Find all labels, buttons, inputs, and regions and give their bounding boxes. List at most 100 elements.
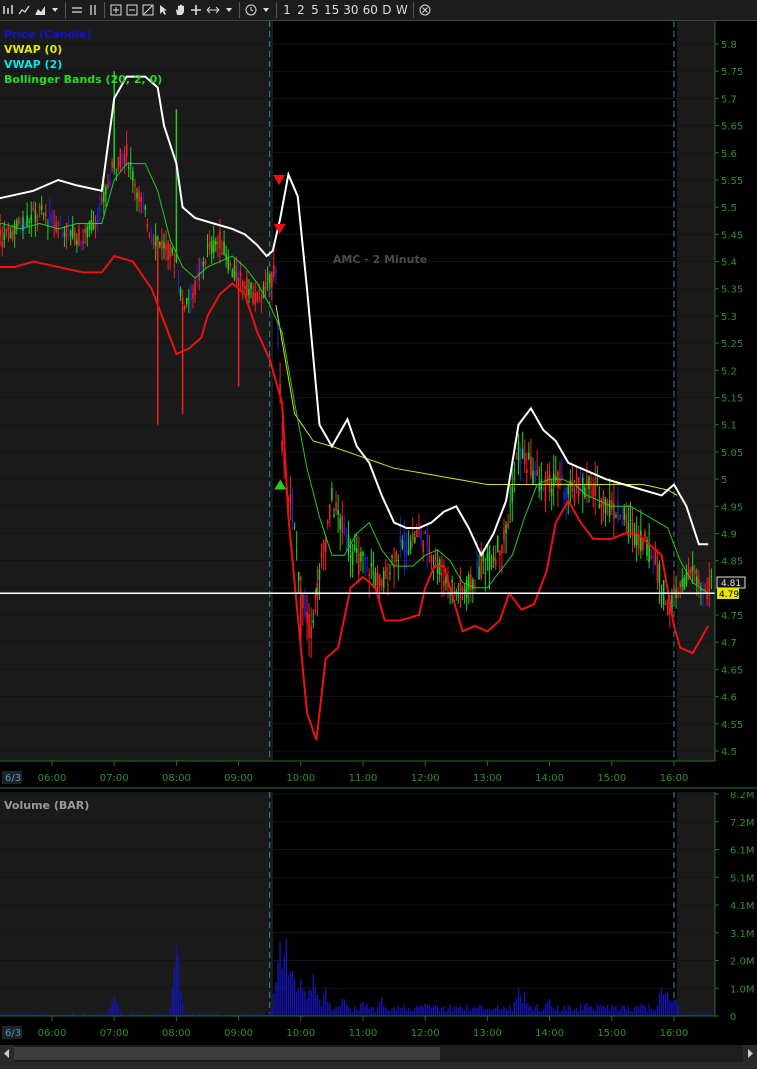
candle-body: [275, 269, 277, 274]
volume-bar: [302, 989, 304, 1016]
volume-bar: [544, 1004, 547, 1016]
volume-x-axis[interactable]: 06:00 07:00 08:00 09:00 10:00 11:00 12:00 13:00…: [38, 1016, 689, 1039]
price-y-axis[interactable]: 5.8 5.75 5.7 5.65 5.6 5.55 5.5 5.45 5.4 5.35 5.3 5.…: [715, 40, 743, 758]
vol-premarket-shade: [0, 792, 273, 1016]
draw-tool-icon[interactable]: [140, 1, 156, 19]
candle-body: [501, 545, 503, 554]
volume-bar: [455, 1006, 457, 1016]
legend-vwap-2[interactable]: VWAP (2): [4, 58, 62, 71]
hand-pan-icon[interactable]: [172, 1, 188, 19]
zoom-out-icon[interactable]: [124, 1, 140, 19]
postmarket-shade: [677, 21, 715, 761]
candle-body: [708, 576, 711, 595]
volume-bar: [646, 1011, 648, 1016]
volume-bar: [656, 1004, 659, 1016]
volume-bar: [356, 1009, 358, 1016]
vertical-layout-icon[interactable]: [85, 1, 101, 19]
clock-icon[interactable]: [243, 1, 259, 19]
candle-body: [380, 580, 383, 586]
price-chart[interactable]: AMC - 2 Minute Price (Candle) VWAP (0) V…: [0, 21, 757, 789]
volume-bar: [559, 1011, 561, 1016]
measure-icon[interactable]: [204, 1, 222, 19]
candle-body: [337, 509, 339, 515]
timeframe-2[interactable]: 2: [294, 1, 308, 19]
candle-body: [123, 154, 126, 164]
candle-body: [63, 232, 66, 237]
candle-body: [210, 240, 213, 254]
price-y-tick-label: 4.6: [721, 693, 737, 704]
legend-price[interactable]: Price (Candle): [4, 28, 92, 41]
volume-bar: [422, 1006, 424, 1016]
candle-body: [152, 242, 155, 244]
volume-chart-panel[interactable]: Volume (BAR) 8.2M 7.2M 6.1M 5.1M 4.1M 3.1M 2.0…: [0, 790, 757, 1044]
candle-body: [455, 591, 458, 593]
mountain-chart-icon[interactable]: [32, 1, 48, 19]
volume-bar: [592, 1009, 594, 1016]
volume-bar: [111, 1002, 113, 1016]
horizontal-layout-icon[interactable]: [69, 1, 85, 19]
candle-body: [710, 575, 713, 577]
legend-bollinger[interactable]: Bollinger Bands (20, 2, 0): [4, 73, 162, 86]
volume-bar: [501, 1009, 503, 1016]
timeframe-5[interactable]: 5: [308, 1, 322, 19]
status-strip: [0, 1062, 757, 1069]
timeframe-weekly[interactable]: W: [394, 1, 410, 19]
price-y-tick-label: 5.25: [721, 339, 743, 350]
vwap-price-label: 4.79: [719, 590, 739, 600]
timeframe-30[interactable]: 30: [341, 1, 360, 19]
volume-bar: [360, 1003, 362, 1016]
cursor-icon[interactable]: [156, 1, 172, 19]
candle-body: [360, 551, 362, 562]
candle-body: [664, 603, 667, 605]
volume-bar: [488, 1009, 491, 1016]
candle-body: [281, 440, 283, 451]
candle-body: [181, 297, 184, 305]
volume-bar: [604, 1007, 607, 1016]
candle-body: [167, 241, 169, 261]
candle-body: [430, 554, 433, 562]
candle-body: [190, 285, 192, 301]
candle-body: [621, 523, 623, 525]
bars-icon[interactable]: [0, 1, 16, 19]
scroll-thumb[interactable]: [14, 1047, 440, 1060]
volume-y-axis[interactable]: 8.2M 7.2M 6.1M 5.1M 4.1M 3.1M 2.0M 1.0M 0: [715, 790, 755, 1023]
candle-body: [505, 524, 507, 534]
candle-body: [9, 232, 12, 239]
horizontal-scrollbar[interactable]: [0, 1045, 757, 1062]
price-y-tick-label: 4.85: [721, 557, 743, 568]
volume-bar: [347, 1006, 350, 1016]
candle-body: [42, 214, 45, 216]
volume-bar: [606, 1004, 609, 1016]
crosshair-icon[interactable]: [188, 1, 204, 19]
legend-vwap-0[interactable]: VWAP (0): [4, 43, 62, 56]
candle-body: [403, 541, 406, 557]
volume-title[interactable]: Volume (BAR): [4, 799, 89, 812]
volume-bar: [515, 997, 518, 1016]
candle-body: [432, 560, 435, 562]
candle-body: [606, 505, 609, 507]
price-chart-panel[interactable]: AMC - 2 Minute Price (Candle) VWAP (0) V…: [0, 21, 757, 789]
volume-bar: [434, 1005, 437, 1016]
candle-body: [264, 281, 267, 290]
price-y-tick-label: 5.6: [721, 149, 737, 160]
zoom-fit-icon[interactable]: [108, 1, 124, 19]
price-x-tick-label: 13:00: [473, 773, 502, 784]
chart-type-dropdown-icon[interactable]: [48, 1, 62, 19]
candle-body: [308, 613, 310, 638]
price-x-axis[interactable]: 06:00 07:00 08:00 09:00 10:00 11:00 12:00 13:00…: [38, 761, 689, 784]
timeframe-15[interactable]: 15: [322, 1, 341, 19]
candle-body: [596, 481, 599, 483]
interval-dropdown-icon[interactable]: [259, 1, 273, 19]
volume-bar: [312, 974, 314, 1016]
timeframe-1[interactable]: 1: [280, 1, 294, 19]
timeframe-daily[interactable]: D: [380, 1, 394, 19]
volume-chart[interactable]: Volume (BAR) 8.2M 7.2M 6.1M 5.1M 4.1M 3.1M 2.0…: [0, 790, 757, 1044]
close-icon[interactable]: [417, 1, 433, 19]
tools-dropdown-icon[interactable]: [222, 1, 236, 19]
line-chart-icon[interactable]: [16, 1, 32, 19]
timeframe-60[interactable]: 60: [361, 1, 380, 19]
candle-body: [258, 289, 261, 291]
volume-bar: [511, 1011, 513, 1016]
premarket-shade: [0, 21, 273, 761]
volume-bar: [582, 1009, 584, 1016]
